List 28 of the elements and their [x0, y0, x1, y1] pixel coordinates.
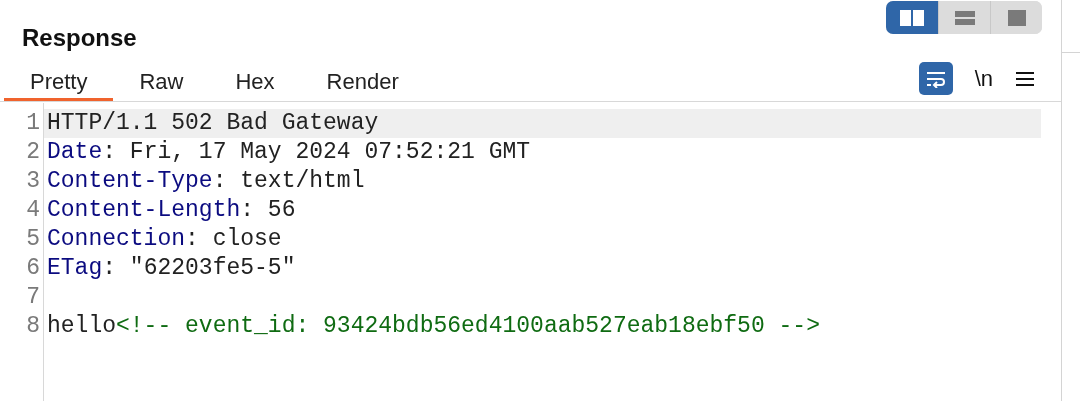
newline-toggle[interactable]: \n: [974, 62, 993, 95]
columns-icon: [899, 7, 925, 28]
code-line: Content-Type: text/html: [46, 167, 366, 196]
layout-button[interactable]: [990, 1, 1042, 34]
code-line: Connection: close: [46, 225, 283, 254]
line-number: 3: [26, 167, 40, 196]
wrap-icon: [924, 69, 947, 88]
line-number: 8: [26, 312, 40, 341]
code-line: ETag: "62203fe5-5": [46, 254, 297, 283]
line-number: 4: [26, 196, 40, 225]
menu-icon[interactable]: [1015, 70, 1035, 87]
code-line: Date: Fri, 17 May 2024 07:52:21 GMT: [46, 138, 532, 167]
line-number: 6: [26, 254, 40, 283]
panel-title: Response: [22, 23, 137, 53]
line-number: 1: [26, 109, 40, 138]
view-tab[interactable]: Raw: [113, 64, 210, 101]
view-tab[interactable]: Render: [300, 64, 425, 101]
layout-button[interactable]: [886, 1, 938, 34]
line-number: 7: [26, 283, 40, 312]
line-number: 2: [26, 138, 40, 167]
wrap-toggle[interactable]: [918, 62, 953, 95]
code-line: Content-Length: 56: [46, 196, 297, 225]
rows-icon: [953, 8, 976, 27]
view-tab[interactable]: Pretty: [4, 64, 114, 101]
view-tab[interactable]: Hex: [209, 64, 301, 101]
line-number: 5: [26, 225, 40, 254]
square-icon: [1005, 8, 1028, 27]
code-line: hello<!-- event_id: 93424bdb56ed4100aab527eab18ebf50 -->: [46, 312, 821, 341]
